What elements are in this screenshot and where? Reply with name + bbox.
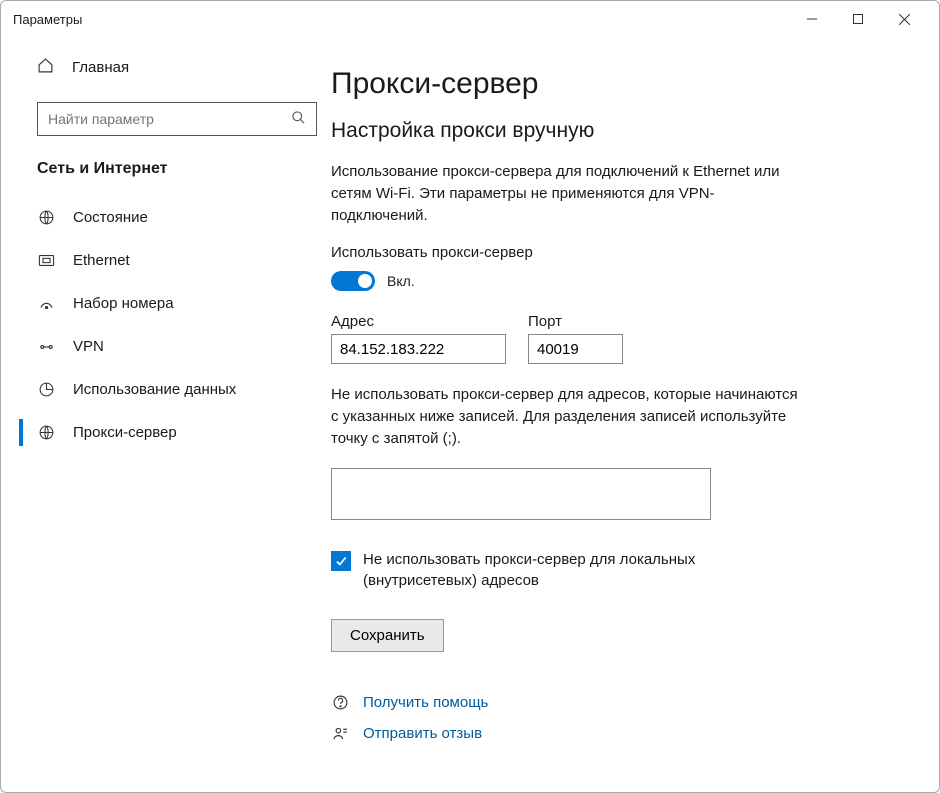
feedback-label: Отправить отзыв: [363, 725, 482, 742]
help-label: Получить помощь: [363, 694, 488, 711]
local-bypass-checkbox[interactable]: [331, 551, 351, 571]
globe-icon: [37, 209, 55, 226]
pie-chart-icon: [37, 381, 55, 398]
minimize-button[interactable]: [789, 1, 835, 37]
feedback-link[interactable]: Отправить отзыв: [331, 725, 899, 742]
address-input[interactable]: [331, 334, 506, 364]
search-icon: [291, 110, 306, 128]
section-title: Настройка прокси вручную: [331, 119, 899, 143]
maximize-button[interactable]: [835, 1, 881, 37]
ethernet-icon: [37, 253, 55, 268]
help-icon: [331, 694, 349, 711]
main-content: Прокси-сервер Настройка прокси вручную И…: [331, 37, 939, 792]
toggle-state-label: Вкл.: [387, 273, 415, 289]
save-button[interactable]: Сохранить: [331, 619, 444, 652]
window-title: Параметры: [13, 12, 82, 27]
port-label: Порт: [528, 313, 623, 330]
address-label: Адрес: [331, 313, 506, 330]
toggle-knob: [358, 274, 372, 288]
feedback-icon: [331, 725, 349, 742]
sidebar-item-dialup[interactable]: Набор номера: [1, 282, 331, 325]
close-button[interactable]: [881, 1, 927, 37]
sidebar-item-status[interactable]: Состояние: [1, 196, 331, 239]
globe-icon: [37, 424, 55, 441]
search-input[interactable]: [37, 102, 317, 136]
sidebar-item-vpn[interactable]: VPN: [1, 325, 331, 368]
titlebar: Параметры: [1, 1, 939, 37]
dialup-icon: [37, 297, 55, 311]
exclusion-input[interactable]: [331, 468, 711, 520]
use-proxy-label: Использовать прокси-сервер: [331, 244, 899, 261]
use-proxy-toggle[interactable]: [331, 271, 375, 291]
sidebar-item-label: Использование данных: [73, 381, 236, 398]
home-icon: [37, 57, 54, 78]
sidebar-item-label: Ethernet: [73, 252, 130, 269]
sidebar-item-label: Набор номера: [73, 295, 174, 312]
exclusion-description: Не использовать прокси-сервер для адресо…: [331, 384, 801, 449]
home-label: Главная: [72, 59, 129, 76]
port-input[interactable]: [528, 334, 623, 364]
category-title: Сеть и Интернет: [1, 154, 331, 196]
page-title: Прокси-сервер: [331, 67, 899, 101]
sidebar-item-label: Состояние: [73, 209, 148, 226]
sidebar-item-proxy[interactable]: Прокси-сервер: [1, 411, 331, 454]
home-link[interactable]: Главная: [1, 47, 331, 88]
vpn-icon: [37, 340, 55, 354]
search-field[interactable]: [48, 111, 291, 127]
local-bypass-label: Не использовать прокси-сервер для локаль…: [363, 549, 801, 591]
sidebar-item-label: Прокси-сервер: [73, 424, 177, 441]
section-description: Использование прокси-сервера для подключ…: [331, 161, 801, 226]
sidebar-item-data-usage[interactable]: Использование данных: [1, 368, 331, 411]
sidebar-item-ethernet[interactable]: Ethernet: [1, 239, 331, 282]
sidebar-item-label: VPN: [73, 338, 104, 355]
get-help-link[interactable]: Получить помощь: [331, 694, 899, 711]
sidebar: Главная Сеть и Интернет Состояние: [1, 37, 331, 792]
